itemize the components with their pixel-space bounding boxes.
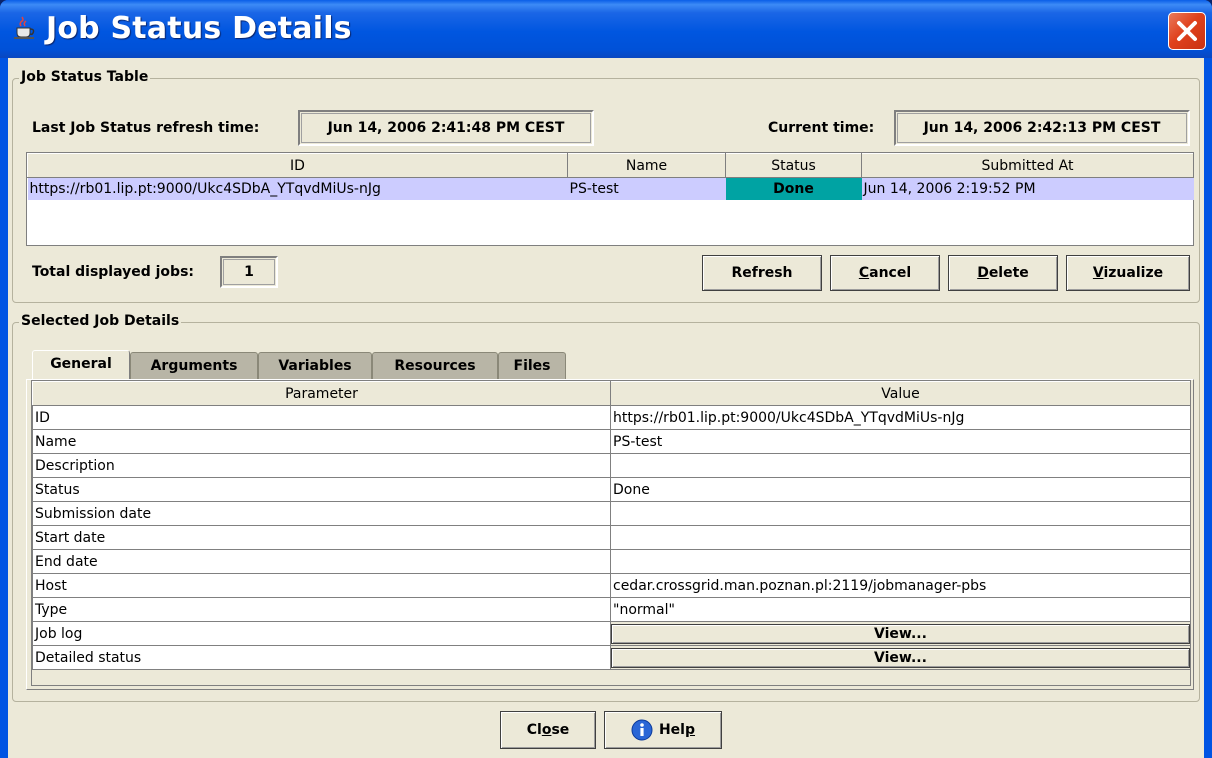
- param-name: ID: [32, 405, 611, 430]
- table-row[interactable]: ID https://rb01.lip.pt:9000/Ukc4SDbA_YTq…: [32, 405, 1191, 430]
- tab-resources[interactable]: Resources: [372, 352, 498, 380]
- help-label-a: Hel: [658, 722, 685, 738]
- title-bar[interactable]: Job Status Details: [0, 0, 1212, 58]
- last-refresh-label: Last Job Status refresh time:: [32, 120, 260, 136]
- column-header-submitted-at[interactable]: Submitted At: [861, 153, 1194, 178]
- help-button[interactable]: Help: [604, 711, 722, 749]
- cancel-button[interactable]: Cancel: [830, 255, 940, 291]
- column-header-status[interactable]: Status: [725, 153, 862, 178]
- info-icon: [631, 719, 653, 741]
- window-title: Job Status Details: [46, 11, 352, 46]
- total-jobs-field: 1: [220, 256, 278, 288]
- detailed-status-view-button[interactable]: View...: [611, 647, 1190, 668]
- table-row[interactable]: https://rb01.lip.pt:9000/Ukc4SDbA_YTqvdM…: [27, 177, 1194, 200]
- tab-arguments[interactable]: Arguments: [130, 352, 258, 380]
- tab-general[interactable]: General: [32, 350, 130, 382]
- param-name: Start date: [32, 525, 611, 550]
- cancel-mnemonic: C: [858, 265, 870, 281]
- job-log-view-button[interactable]: View...: [611, 623, 1190, 644]
- param-value[interactable]: [610, 501, 1191, 526]
- last-refresh-field: Jun 14, 2006 2:41:48 PM CEST: [298, 110, 594, 146]
- param-value[interactable]: [610, 549, 1191, 574]
- column-header-value[interactable]: Value: [610, 381, 1191, 406]
- param-value[interactable]: cedar.crossgrid.man.poznan.pl:2119/jobma…: [610, 573, 1191, 598]
- delete-button[interactable]: Delete: [948, 255, 1058, 291]
- window-close-button[interactable]: [1168, 12, 1206, 50]
- total-jobs-label: Total displayed jobs:: [32, 264, 194, 280]
- param-value: View...: [610, 645, 1191, 670]
- current-time-label: Current time:: [768, 120, 875, 136]
- param-name: Submission date: [32, 501, 611, 526]
- param-value[interactable]: "normal": [610, 597, 1191, 622]
- tab-files[interactable]: Files: [498, 352, 566, 380]
- table-row[interactable]: Start date: [32, 525, 1191, 550]
- table-row[interactable]: End date: [32, 549, 1191, 574]
- table-row[interactable]: Type "normal": [32, 597, 1191, 622]
- job-submitted-cell[interactable]: Jun 14, 2006 2:19:52 PM: [861, 177, 1194, 200]
- job-status-window: Job Status Details Job Status Table Last…: [0, 0, 1212, 758]
- group-title: Selected Job Details: [19, 313, 182, 329]
- column-header-id[interactable]: ID: [27, 153, 568, 178]
- parameter-table[interactable]: Parameter Value ID https://rb01.lip.pt:9…: [31, 380, 1191, 686]
- param-value: View...: [610, 621, 1191, 646]
- vizualize-mnemonic: V: [1092, 265, 1104, 281]
- job-name-cell[interactable]: PS-test: [567, 177, 726, 200]
- param-name: Status: [32, 477, 611, 502]
- close-label-a: Cl: [526, 722, 542, 738]
- param-value[interactable]: PS-test: [610, 429, 1191, 454]
- close-label-b: se: [551, 722, 570, 738]
- param-name: Host: [32, 573, 611, 598]
- param-name: Job log: [32, 621, 611, 646]
- vizualize-label: izualize: [1103, 265, 1164, 281]
- column-header-parameter[interactable]: Parameter: [32, 381, 611, 406]
- param-name: Type: [32, 597, 611, 622]
- help-mnemonic: p: [684, 722, 696, 738]
- job-id-cell[interactable]: https://rb01.lip.pt:9000/Ukc4SDbA_YTqvdM…: [27, 177, 568, 200]
- table-row[interactable]: Host cedar.crossgrid.man.poznan.pl:2119/…: [32, 573, 1191, 598]
- table-row[interactable]: Job log View...: [32, 621, 1191, 646]
- param-value[interactable]: https://rb01.lip.pt:9000/Ukc4SDbA_YTqvdM…: [610, 405, 1191, 430]
- param-name: End date: [32, 549, 611, 574]
- general-tab-panel: Parameter Value ID https://rb01.lip.pt:9…: [26, 379, 1194, 690]
- column-header-name[interactable]: Name: [567, 153, 726, 178]
- delete-mnemonic: D: [977, 265, 989, 281]
- param-value[interactable]: Done: [610, 477, 1191, 502]
- close-mnemonic: o: [541, 722, 552, 738]
- close-button[interactable]: Close: [500, 711, 596, 749]
- table-row[interactable]: Name PS-test: [32, 429, 1191, 454]
- table-row[interactable]: Status Done: [32, 477, 1191, 502]
- close-icon: [1177, 21, 1197, 41]
- java-cup-icon: [14, 16, 35, 39]
- param-name: Description: [32, 453, 611, 478]
- cancel-label: ancel: [869, 265, 912, 281]
- table-row[interactable]: Submission date: [32, 501, 1191, 526]
- param-value[interactable]: [610, 525, 1191, 550]
- tab-variables[interactable]: Variables: [258, 352, 372, 380]
- param-value[interactable]: [610, 453, 1191, 478]
- refresh-button-label: Refresh: [731, 265, 793, 281]
- group-title: Job Status Table: [19, 69, 151, 85]
- param-name: Name: [32, 429, 611, 454]
- current-time-field: Jun 14, 2006 2:42:13 PM CEST: [894, 110, 1190, 146]
- table-row[interactable]: Description: [32, 453, 1191, 478]
- vizualize-button[interactable]: Vizualize: [1066, 255, 1190, 291]
- delete-label: elete: [988, 265, 1029, 281]
- dialog-body: Job Status Table Last Job Status refresh…: [8, 58, 1204, 758]
- job-status-table[interactable]: ID Name Status Submitted At https://rb01…: [26, 152, 1194, 246]
- param-name: Detailed status: [32, 645, 611, 670]
- job-status-cell[interactable]: Done: [725, 177, 862, 200]
- refresh-button[interactable]: Refresh: [702, 255, 822, 291]
- table-row[interactable]: Detailed status View...: [32, 645, 1191, 670]
